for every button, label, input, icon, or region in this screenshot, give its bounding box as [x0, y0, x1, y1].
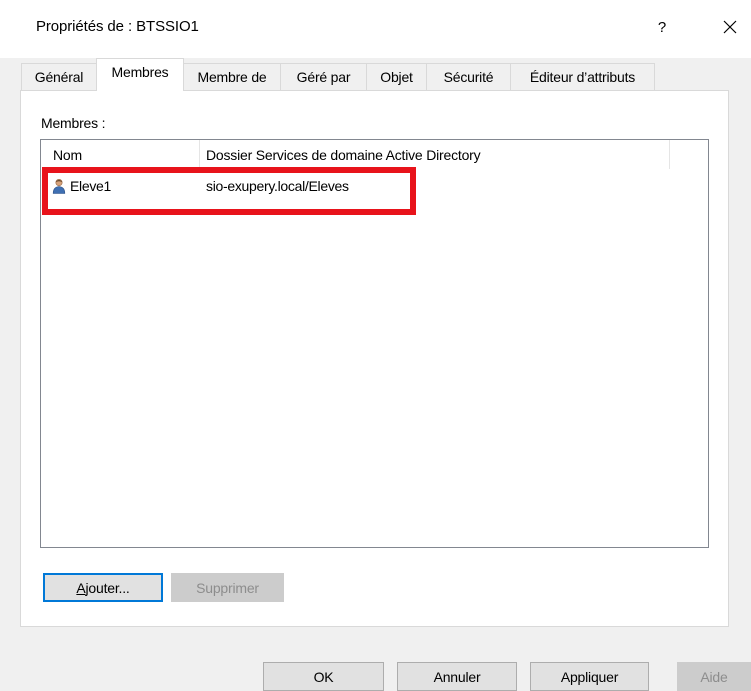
ok-button[interactable]: OK	[263, 662, 384, 691]
member-folder: sio-exupery.local/Eleves	[206, 178, 349, 194]
add-button-mnemonic: A	[76, 579, 86, 596]
tab-objet[interactable]: Objet	[366, 63, 427, 90]
members-list[interactable]: Nom Dossier Services de domaine Active D…	[40, 139, 709, 548]
tab-general[interactable]: Général	[21, 63, 97, 90]
tab-editeur-attributs[interactable]: Éditeur d’attributs	[510, 63, 655, 90]
tab-membre-de[interactable]: Membre de	[183, 63, 281, 90]
list-item[interactable]: Eleve1 sio-exupery.local/Eleves	[41, 174, 708, 198]
members-label: Membres :	[41, 115, 106, 131]
window-title: Propriétés de : BTSSIO1	[36, 18, 199, 35]
remove-button[interactable]: Supprimer	[171, 573, 284, 602]
column-header-name[interactable]: Nom	[41, 140, 199, 169]
title-bar: Propriétés de : BTSSIO1 ?	[0, 0, 751, 58]
tab-securite[interactable]: Sécurité	[426, 63, 511, 90]
help-dialog-button[interactable]: Aide	[677, 662, 751, 691]
member-name: Eleve1	[70, 178, 112, 194]
user-icon	[51, 174, 69, 198]
help-button[interactable]: ?	[648, 12, 676, 42]
column-header-folder-label: Dossier Services de domaine Active Direc…	[206, 146, 481, 163]
column-header-name-label: Nom	[53, 146, 82, 163]
cancel-button[interactable]: Annuler	[397, 662, 517, 691]
apply-button[interactable]: Appliquer	[530, 662, 649, 691]
tab-gere-par[interactable]: Géré par	[280, 63, 367, 90]
add-button-label: jouter...	[85, 579, 130, 596]
add-button[interactable]: Ajouter...	[43, 573, 163, 602]
column-separator[interactable]	[669, 140, 670, 169]
column-header-folder[interactable]: Dossier Services de domaine Active Direc…	[200, 140, 669, 169]
close-icon	[723, 20, 737, 34]
tab-membres[interactable]: Membres	[96, 58, 184, 91]
close-button[interactable]	[715, 12, 745, 42]
